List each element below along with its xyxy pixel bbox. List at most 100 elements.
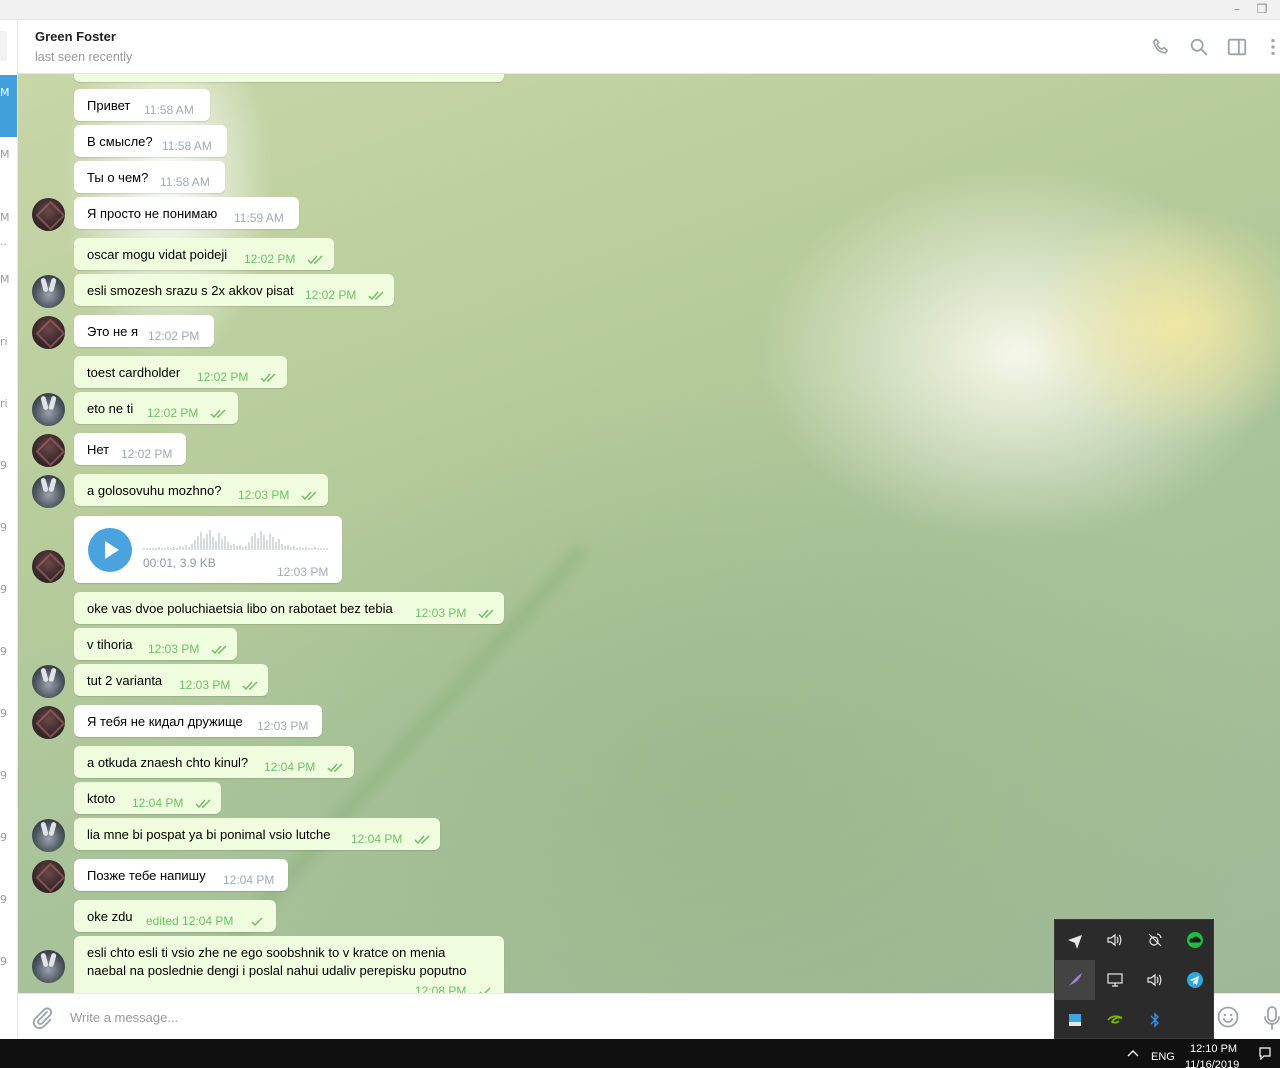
message-bubble-incoming[interactable]: Я просто не понимаю 11:59 AM (74, 197, 299, 229)
message-bubble-incoming[interactable]: Нет 12:02 PM (74, 433, 186, 465)
clock-date[interactable]: 11/16/2019 (1185, 1059, 1239, 1068)
bluetooth-icon[interactable] (1135, 1000, 1175, 1040)
chat-list-fragment: 9 (0, 769, 7, 782)
message-bubble-outgoing[interactable]: oke vas dvoe poluchiaetsia libo on rabot… (74, 592, 504, 624)
double-check-icon (195, 799, 211, 809)
message-bubble-outgoing[interactable]: v tihoria 12:03 PM (74, 628, 237, 660)
message-time: 12:03 PM (148, 642, 200, 656)
chat-list-item-active[interactable]: M (0, 75, 17, 137)
chevron-up-icon[interactable] (1126, 1048, 1140, 1058)
message-bubble-outgoing[interactable]: a golosovuhu mozhno? 12:03 PM (74, 474, 328, 506)
avatar[interactable] (32, 198, 65, 231)
message-bubble-outgoing[interactable]: esli chto esli ti vsio zhe ne ego soobsh… (74, 936, 504, 993)
double-check-icon (307, 255, 323, 265)
waveform[interactable] (143, 528, 329, 552)
message-bubble-outgoing[interactable]: oke zdu edited 12:04 PM (74, 900, 276, 932)
message-time: 11:59 AM (234, 211, 284, 225)
message-time: 12:02 PM (197, 370, 249, 384)
message-time: 12:03 PM (415, 606, 467, 620)
app-icon[interactable] (1055, 1000, 1095, 1040)
plane-icon[interactable] (1055, 920, 1095, 960)
minimize-button[interactable]: – (1229, 2, 1245, 16)
avatar[interactable] (32, 550, 65, 583)
double-check-icon (368, 291, 384, 301)
emoji-icon[interactable] (1216, 1005, 1240, 1029)
double-check-icon (327, 763, 343, 773)
chat-list-fragment: M (0, 273, 10, 286)
chat-title[interactable]: Green Foster (35, 29, 116, 44)
message-bubble-partial[interactable] (74, 74, 504, 82)
double-check-icon (260, 373, 276, 383)
more-menu-icon[interactable] (1262, 36, 1280, 58)
avatar[interactable] (32, 275, 65, 308)
message-bubble-outgoing[interactable]: eto ne ti 12:02 PM (74, 392, 238, 424)
cloud-icon[interactable] (1175, 920, 1215, 960)
chat-list-fragment: 9 (0, 645, 7, 658)
microphone-icon[interactable] (1262, 1005, 1280, 1031)
message-bubble-incoming[interactable]: Привет 11:58 AM (74, 89, 210, 121)
restore-button[interactable]: ❐ (1254, 2, 1270, 16)
avatar[interactable] (32, 706, 65, 739)
message-history[interactable]: Привет 11:58 AM В смысле? 11:58 AM Ты о … (18, 74, 1280, 993)
avatar[interactable] (32, 950, 65, 983)
avatar[interactable] (32, 860, 65, 893)
feather-icon[interactable] (1055, 960, 1095, 1000)
play-icon[interactable] (88, 528, 132, 572)
attach-icon[interactable] (30, 1005, 54, 1029)
avatar[interactable] (32, 665, 65, 698)
message-bubble-incoming[interactable]: В смысле? 11:58 AM (74, 125, 227, 157)
message-time: 11:58 AM (144, 103, 194, 117)
message-bubble-outgoing[interactable]: lia mne bi pospat ya bi ponimal vsio lut… (74, 818, 440, 850)
message-time: 12:04 PM (264, 760, 316, 774)
chat-list-fragment: .. (0, 235, 7, 248)
satellite-icon[interactable] (1135, 920, 1175, 960)
voice-duration-size: 00:01, 3.9 KB (143, 556, 216, 570)
telegram-icon[interactable] (1175, 960, 1215, 1000)
message-bubble-incoming[interactable]: Я тебя не кидал дружище 12:03 PM (74, 705, 322, 737)
volume-icon[interactable] (1095, 920, 1135, 960)
message-time: 12:03 PM (257, 719, 309, 733)
message-bubble-outgoing[interactable]: toest cardholder 12:02 PM (74, 356, 287, 388)
message-text: a otkuda znaesh chto kinul? (87, 755, 249, 770)
speaker-icon[interactable] (1135, 960, 1175, 1000)
sidebar-toggle-icon[interactable] (1226, 36, 1248, 58)
avatar[interactable] (32, 316, 65, 349)
avatar[interactable] (32, 434, 65, 467)
search-box-stub[interactable] (0, 31, 7, 61)
chat-list-sidebar: M M M .. M ri ri 9 9 9 9 9 9 9 9 9 (0, 20, 18, 1039)
message-time: 12:02 PM (148, 329, 200, 343)
avatar[interactable] (32, 475, 65, 508)
message-bubble-outgoing[interactable]: a otkuda znaesh chto kinul? 12:04 PM (74, 746, 354, 778)
message-bubble-incoming[interactable]: Позже тебе напишу 12:04 PM (74, 859, 288, 891)
message-text: oke vas dvoe poluchiaetsia libo on rabot… (87, 601, 393, 616)
message-time: 11:58 AM (160, 175, 210, 189)
avatar[interactable] (32, 393, 65, 426)
message-input[interactable] (70, 1006, 970, 1028)
input-language[interactable]: ENG (1151, 1051, 1175, 1063)
message-text: toest cardholder (87, 365, 181, 380)
double-check-icon (414, 835, 430, 845)
message-time: 12:02 PM (121, 447, 173, 461)
message-time: 12:02 PM (244, 252, 296, 266)
voice-message-bubble[interactable]: 00:01, 3.9 KB 12:03 PM (74, 516, 342, 583)
message-bubble-outgoing[interactable]: tut 2 varianta 12:03 PM (74, 664, 268, 696)
check-icon (251, 917, 263, 927)
message-bubble-outgoing[interactable]: ktoto 12:04 PM (74, 782, 221, 814)
message-text: Я просто не понимаю (87, 206, 218, 221)
message-bubble-incoming[interactable]: Это не я 12:02 PM (74, 315, 214, 347)
message-text: Я тебя не кидал дружище (87, 714, 243, 729)
nvidia-icon[interactable] (1095, 1000, 1135, 1040)
message-text: Это не я (87, 324, 139, 339)
display-icon[interactable] (1095, 960, 1135, 1000)
message-bubble-outgoing[interactable]: oscar mogu vidat poideji 12:02 PM (74, 238, 334, 270)
message-bubble-incoming[interactable]: Ты о чем? 11:58 AM (74, 161, 225, 193)
double-check-icon (242, 681, 258, 691)
message-text: Ты о чем? (87, 170, 149, 185)
notification-icon[interactable] (1258, 1046, 1272, 1060)
clock-time[interactable]: 12:10 PM (1190, 1043, 1237, 1055)
avatar[interactable] (32, 819, 65, 852)
message-bubble-outgoing[interactable]: esli smozesh srazu s 2x akkov pisat 12:0… (74, 274, 394, 306)
search-icon[interactable] (1188, 36, 1210, 58)
message-time: edited 12:04 PM (146, 914, 234, 928)
phone-icon[interactable] (1150, 36, 1172, 58)
